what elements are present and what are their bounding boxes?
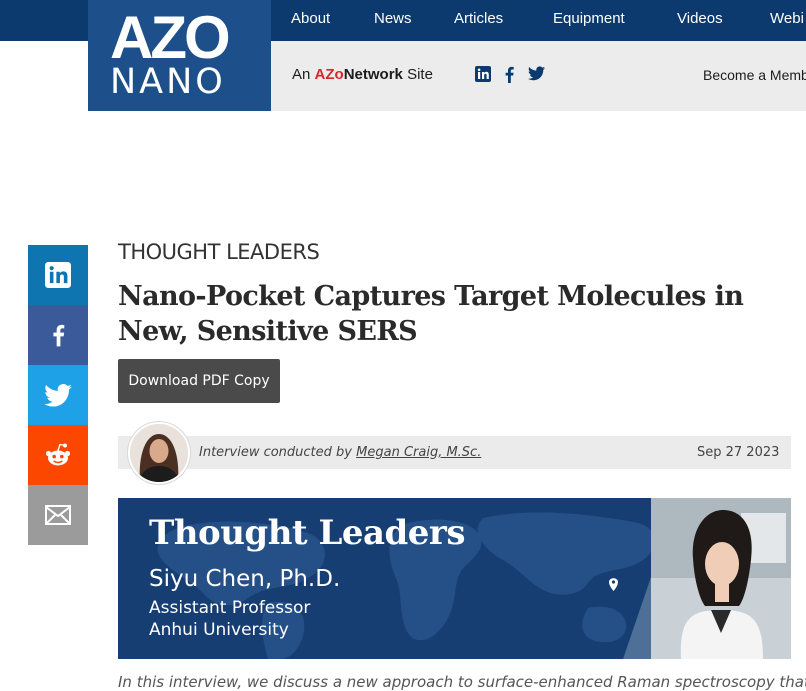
network-brand-az: AZo [314, 66, 344, 83]
network-prefix: An [292, 66, 311, 83]
share-email-button[interactable] [28, 485, 88, 545]
nav-articles[interactable]: Articles [454, 0, 503, 41]
linkedin-icon[interactable] [475, 66, 491, 84]
article-intro: In this interview, we discuss a new appr… [118, 673, 806, 691]
linkedin-icon [45, 262, 71, 288]
article-category[interactable]: THOUGHT LEADERS [118, 240, 320, 264]
interviewee-organization: Anhui University [149, 620, 289, 640]
article-title: Nano-Pocket Captures Target Molecules in… [118, 279, 798, 349]
network-suffix: Site [407, 66, 433, 83]
author-link[interactable]: Megan Craig, M.Sc. [356, 445, 481, 460]
publish-date: Sep 27 2023 [697, 445, 780, 460]
network-site-label[interactable]: An AZoNetwork Site [292, 66, 433, 83]
share-reddit-button[interactable] [28, 425, 88, 485]
email-icon [45, 505, 71, 525]
share-twitter-button[interactable] [28, 365, 88, 425]
network-brand-rest: Network [343, 66, 403, 83]
article-title-line1: Nano-Pocket Captures Target Molecules in [118, 281, 744, 312]
nav-webinars[interactable]: Webi [770, 0, 804, 41]
interviewee-role: Assistant Professor [149, 598, 311, 618]
twitter-icon[interactable] [528, 66, 545, 84]
download-pdf-button[interactable]: Download PDF Copy [118, 359, 280, 403]
byline-text: Interview conducted by Megan Craig, M.Sc… [199, 445, 481, 460]
nav-news[interactable]: News [374, 0, 412, 41]
twitter-icon [44, 383, 72, 407]
nav-about[interactable]: About [291, 0, 330, 41]
nav-equipment[interactable]: Equipment [553, 0, 625, 41]
azonano-logo[interactable]: AZO NANO [88, 0, 271, 111]
facebook-icon[interactable] [503, 66, 519, 84]
author-avatar [128, 422, 190, 484]
logo-nano-text: NANO [110, 62, 226, 102]
byline-prefix: Interview conducted by [199, 445, 352, 460]
become-member-link[interactable]: Become a Memb [703, 67, 806, 83]
interviewee-name: Siyu Chen, Ph.D. [149, 566, 341, 592]
nav-videos[interactable]: Videos [677, 0, 723, 41]
share-facebook-button[interactable] [28, 305, 88, 365]
interviewee-photo [651, 498, 791, 659]
reddit-icon [44, 442, 72, 468]
thought-leaders-banner: Thought Leaders Siyu Chen, Ph.D. Assista… [118, 498, 791, 659]
network-brand: AZoNetwork [315, 66, 403, 83]
share-linkedin-button[interactable] [28, 245, 88, 305]
article-title-line2: New, Sensitive SERS [118, 316, 418, 347]
banner-heading: Thought Leaders [149, 513, 465, 553]
facebook-icon [50, 321, 66, 349]
